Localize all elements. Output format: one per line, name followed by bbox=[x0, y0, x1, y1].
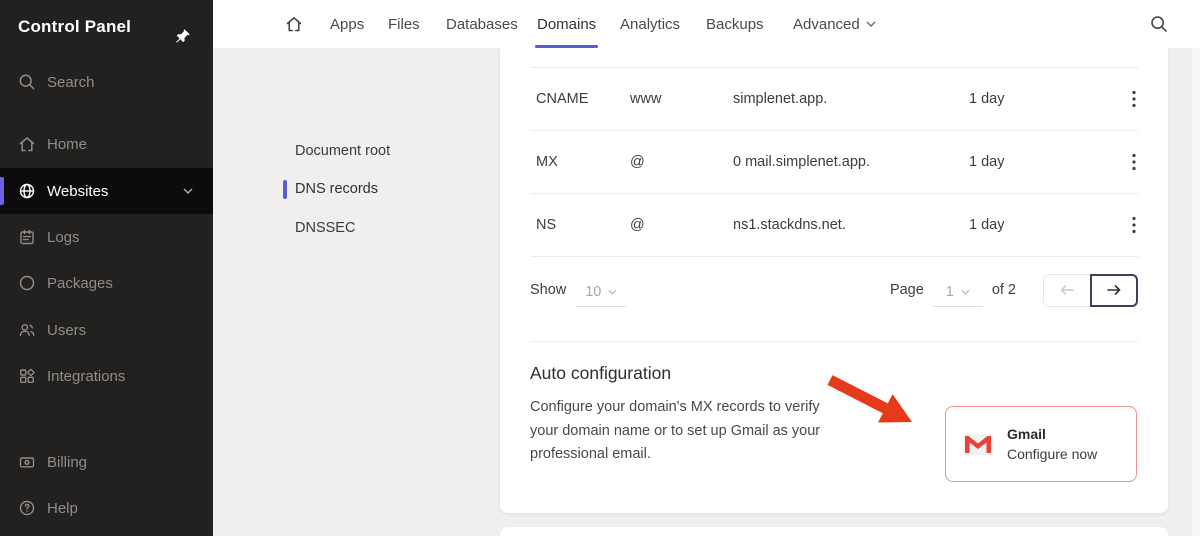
kebab-menu-icon[interactable] bbox=[1130, 149, 1138, 175]
kebab-menu-icon[interactable] bbox=[1130, 212, 1138, 238]
app-title: Control Panel bbox=[18, 17, 131, 37]
kebab-menu-icon[interactable] bbox=[1130, 86, 1138, 112]
chevron-down-icon bbox=[961, 289, 970, 295]
scrollbar-track[interactable] bbox=[1192, 48, 1200, 536]
pin-icon[interactable] bbox=[175, 28, 191, 44]
section-description: Configure your domain's MX records to ve… bbox=[530, 396, 848, 467]
sidebar-item-label: Search bbox=[47, 74, 95, 91]
sidebar-item-label: Websites bbox=[47, 183, 108, 200]
page-size-select[interactable]: 10 bbox=[576, 284, 626, 307]
table-top-divider bbox=[530, 48, 1138, 68]
pager-buttons bbox=[1043, 274, 1138, 307]
tab-backups[interactable]: Backups bbox=[706, 0, 764, 48]
subnav-item-dns-records[interactable]: DNS records bbox=[295, 181, 378, 197]
sidebar-item-label: Integrations bbox=[47, 368, 125, 385]
sidebar-item-label: Billing bbox=[47, 454, 87, 471]
next-page-button[interactable] bbox=[1090, 274, 1138, 307]
page-total: of 2 bbox=[992, 282, 1016, 298]
sidebar-item-billing[interactable]: Billing bbox=[0, 440, 213, 484]
home-icon bbox=[17, 134, 37, 154]
chevron-down-icon bbox=[608, 289, 617, 295]
record-name: @ bbox=[630, 154, 733, 170]
tab-files[interactable]: Files bbox=[388, 0, 420, 48]
chevron-down-icon bbox=[866, 21, 876, 27]
help-icon bbox=[17, 498, 37, 518]
subnav-item-dnssec[interactable]: DNSSEC bbox=[295, 220, 355, 236]
record-value: ns1.stackdns.net. bbox=[733, 217, 969, 233]
globe-icon bbox=[17, 181, 37, 201]
users-icon bbox=[17, 320, 37, 340]
table-row: CNAME www simplenet.app. 1 day bbox=[530, 68, 1138, 131]
previous-page-button[interactable] bbox=[1043, 274, 1091, 307]
gmail-icon bbox=[963, 433, 993, 456]
dns-records-panel: CNAME www simplenet.app. 1 day MX @ 0 ma… bbox=[500, 48, 1168, 513]
sidebar-item-label: Users bbox=[47, 322, 86, 339]
sidebar-item-websites[interactable]: Websites bbox=[0, 168, 213, 214]
sidebar-item-logs[interactable]: Logs bbox=[0, 215, 213, 259]
record-ttl: 1 day bbox=[969, 91, 1114, 107]
tab-analytics[interactable]: Analytics bbox=[620, 0, 680, 48]
gmail-card-title: Gmail bbox=[1007, 426, 1097, 442]
tab-domains[interactable]: Domains bbox=[537, 0, 596, 48]
page-label: Page bbox=[890, 282, 924, 298]
logs-icon bbox=[17, 227, 37, 247]
search-icon bbox=[17, 72, 37, 92]
integrations-icon bbox=[17, 366, 37, 386]
record-type: NS bbox=[536, 217, 630, 233]
record-ttl: 1 day bbox=[969, 154, 1114, 170]
arrow-left-icon bbox=[1059, 282, 1075, 298]
gmail-configure-link[interactable]: Configure now bbox=[1007, 446, 1097, 462]
sidebar-item-label: Logs bbox=[47, 229, 80, 246]
sidebar-item-integrations[interactable]: Integrations bbox=[0, 354, 213, 398]
search-icon[interactable] bbox=[1149, 14, 1169, 34]
sidebar-item-label: Packages bbox=[47, 275, 113, 292]
billing-icon bbox=[17, 452, 37, 472]
page-size-value: 10 bbox=[585, 284, 601, 300]
table-row: NS @ ns1.stackdns.net. 1 day bbox=[530, 194, 1138, 257]
section-title: Auto configuration bbox=[530, 363, 1138, 384]
chevron-down-icon bbox=[183, 188, 193, 194]
sidebar-item-users[interactable]: Users bbox=[0, 308, 213, 352]
packages-icon bbox=[17, 273, 37, 293]
record-type: MX bbox=[536, 154, 630, 170]
dns-records-table: CNAME www simplenet.app. 1 day MX @ 0 ma… bbox=[530, 48, 1138, 257]
page-number-value: 1 bbox=[946, 284, 954, 300]
tab-advanced-label: Advanced bbox=[793, 16, 860, 33]
record-name: www bbox=[630, 91, 733, 107]
sidebar-item-search[interactable]: Search bbox=[0, 60, 213, 104]
tab-advanced[interactable]: Advanced bbox=[793, 0, 876, 48]
sidebar-item-label: Help bbox=[47, 500, 78, 517]
sidebar-item-label: Home bbox=[47, 136, 87, 153]
record-type: CNAME bbox=[536, 91, 630, 107]
record-value: 0 mail.simplenet.app. bbox=[733, 154, 969, 170]
home-icon[interactable] bbox=[283, 13, 305, 35]
record-name: @ bbox=[630, 217, 733, 233]
sidebar-item-home[interactable]: Home bbox=[0, 122, 213, 166]
active-subnav-indicator bbox=[283, 180, 287, 199]
show-label: Show bbox=[530, 282, 566, 298]
tab-apps[interactable]: Apps bbox=[330, 0, 364, 48]
next-panel-edge bbox=[500, 527, 1168, 536]
pagination-bar: Show 10 Page 1 of 2 bbox=[530, 257, 1138, 323]
page-controls: Page 1 of 2 bbox=[890, 274, 1138, 307]
page-number-select[interactable]: 1 bbox=[933, 284, 983, 307]
sidebar: Control Panel Search Home Websites bbox=[0, 0, 213, 536]
sidebar-item-help[interactable]: Help bbox=[0, 486, 213, 530]
subnav-item-document-root[interactable]: Document root bbox=[295, 143, 390, 159]
sidebar-item-packages[interactable]: Packages bbox=[0, 261, 213, 305]
record-ttl: 1 day bbox=[969, 217, 1114, 233]
record-value: simplenet.app. bbox=[733, 91, 969, 107]
gmail-configure-card[interactable]: Gmail Configure now bbox=[945, 406, 1137, 482]
arrow-right-icon bbox=[1106, 282, 1122, 298]
table-row: MX @ 0 mail.simplenet.app. 1 day bbox=[530, 131, 1138, 194]
tab-databases[interactable]: Databases bbox=[446, 0, 518, 48]
